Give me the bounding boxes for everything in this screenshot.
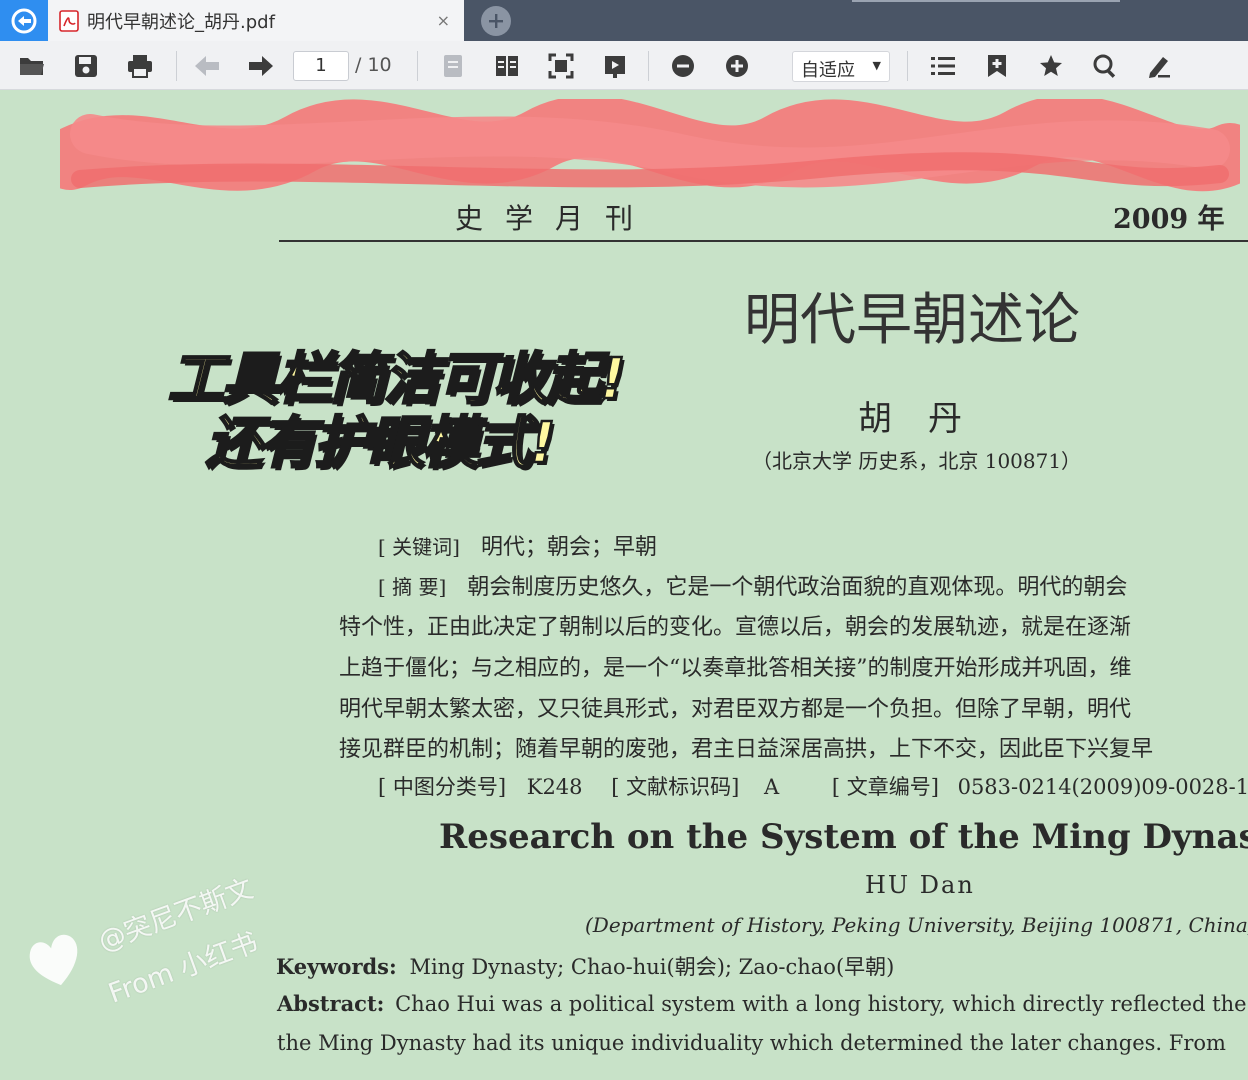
abstract-line: 明代早朝太繁太密，又只徒具形式，对君臣双方都是一个负担。但除了早朝，明代 xyxy=(339,697,1132,722)
tab-title: 明代早朝述论_胡丹.pdf xyxy=(87,11,275,33)
page-number-input[interactable]: 1 xyxy=(293,51,349,81)
pdf-file-icon xyxy=(59,9,79,32)
save-button[interactable] xyxy=(71,51,101,81)
tabbar-strip xyxy=(852,0,1120,2)
toolbar-separator xyxy=(417,51,418,81)
save-icon xyxy=(75,55,97,77)
keywords-label: [ 关键词] xyxy=(378,535,460,559)
abstract-en-line: Abstract: Chao Hui was a political syste… xyxy=(277,991,1248,1016)
journal-name: 史学月刊 xyxy=(455,202,656,235)
zoom-in-button[interactable] xyxy=(722,51,752,81)
tab-close-button[interactable]: × xyxy=(437,11,450,30)
watermark: @突尼不斯文 From 小红书 xyxy=(22,872,312,1010)
printer-icon xyxy=(128,55,152,78)
article-number-label: [ 文章编号] xyxy=(831,775,939,799)
chevron-down-icon: ▼ xyxy=(872,59,881,72)
app-logo-icon xyxy=(11,8,37,33)
doc-code-value: A xyxy=(763,775,780,799)
affiliation-en: (Department of History, Peking Universit… xyxy=(585,913,1248,937)
tab-bar: 明代早朝述论_胡丹.pdf × xyxy=(0,0,1248,41)
keywords-en: Keywords: Ming Dynasty; Chao-hui(朝会); Za… xyxy=(276,951,894,981)
list-icon xyxy=(931,57,955,75)
double-page-button[interactable] xyxy=(492,51,522,81)
keywords-en-value: Ming Dynasty; Chao-hui(朝会); Zao-chao(早朝) xyxy=(409,955,895,979)
article-number-value: 0583-0214(2009)09-0028-1 xyxy=(957,775,1248,799)
toolbar: 1 / 10 自适应 ▼ xyxy=(0,41,1248,90)
abstract-line: 特个性，正由此决定了朝制以后的变化。宣德以后，朝会的发展轨迹，就是在逐渐 xyxy=(339,615,1132,640)
fit-screen-icon xyxy=(548,53,574,79)
page-total: / 10 xyxy=(355,54,392,76)
abstract-line: 接见群臣的机制；随着早朝的废弛，君主日益深居高拱，上下不交，因此臣下兴复早 xyxy=(339,737,1154,762)
pen-icon xyxy=(1149,57,1170,78)
zoom-out-button[interactable] xyxy=(668,51,698,81)
class-value: K248 xyxy=(526,775,583,799)
open-file-button[interactable] xyxy=(17,51,47,81)
abstract-en-text: Chao Hui was a political system with a l… xyxy=(395,992,1248,1016)
play-page-icon xyxy=(605,56,625,78)
plus-circle-icon xyxy=(726,55,748,77)
journal-year: 2009 年 xyxy=(1113,204,1225,235)
title-en: Research on the System of the Ming Dynas… xyxy=(439,817,1248,857)
abstract-line: [ 摘 要] 朝会制度历史悠久，它是一个朝代政治面貌的直观体现。明代的朝会 xyxy=(378,569,1127,601)
abstract-line: 上趋于僵化；与之相应的，是一个“以奏章批答相关接”的制度开始形成并巩固，维 xyxy=(339,656,1132,681)
doc-code-label: [ 文献标识码] xyxy=(611,775,740,799)
add-bookmark-button[interactable] xyxy=(982,51,1012,81)
abstract-text: 朝会制度历史悠久，它是一个朝代政治面貌的直观体现。明代的朝会 xyxy=(467,575,1128,600)
annotate-button[interactable] xyxy=(1144,51,1174,81)
author-en: HU Dan xyxy=(865,871,975,899)
author-zh: 胡丹 xyxy=(858,399,998,439)
plus-icon xyxy=(489,14,503,28)
zoom-select[interactable]: 自适应 ▼ xyxy=(792,51,890,82)
classification-line: [ 中图分类号] K248 [ 文献标识码] A [ 文章编号] 0583-02… xyxy=(378,771,1248,801)
keywords-zh: [ 关键词] 明代；朝会；早朝 xyxy=(378,529,657,561)
toolbar-separator xyxy=(176,51,177,81)
minus-circle-icon xyxy=(672,55,694,77)
title-zh: 明代早朝述论 xyxy=(744,288,1080,353)
search-icon xyxy=(1093,54,1116,78)
favorite-button[interactable] xyxy=(1036,51,1066,81)
arrow-right-icon xyxy=(249,56,273,76)
abstract-en-line: the Ming Dynasty had its unique individu… xyxy=(277,1031,1226,1055)
print-button[interactable] xyxy=(125,51,155,81)
app-logo[interactable] xyxy=(0,0,48,41)
bookmark-add-icon xyxy=(988,55,1006,77)
keywords-value: 明代；朝会；早朝 xyxy=(480,535,657,560)
header-rule xyxy=(279,240,1248,242)
folder-icon xyxy=(20,58,44,75)
tab-document[interactable]: 明代早朝述论_胡丹.pdf × xyxy=(48,0,464,41)
new-tab-button[interactable] xyxy=(481,6,511,36)
zoom-value: 自适应 xyxy=(801,60,855,81)
fit-page-button[interactable] xyxy=(546,51,576,81)
search-button[interactable] xyxy=(1090,51,1120,81)
previous-page-button[interactable] xyxy=(192,51,222,81)
next-page-button[interactable] xyxy=(246,51,276,81)
single-page-button[interactable] xyxy=(438,51,468,81)
redaction-scribble xyxy=(60,99,1240,192)
double-page-icon xyxy=(496,56,518,76)
toolbar-separator xyxy=(907,51,908,81)
single-page-icon xyxy=(444,55,462,77)
arrow-left-icon xyxy=(195,56,219,76)
outline-button[interactable] xyxy=(928,51,958,81)
star-icon xyxy=(1040,55,1062,76)
abstract-label: [ 摘 要] xyxy=(378,575,447,599)
overlay-caption-line2: 还有护眼模式! xyxy=(205,410,557,478)
toolbar-separator xyxy=(648,51,649,81)
class-label: [ 中图分类号] xyxy=(378,775,507,799)
heart-icon xyxy=(29,934,78,986)
slideshow-button[interactable] xyxy=(600,51,630,81)
affiliation-zh: （北京大学 历史系，北京 100871） xyxy=(752,449,1082,473)
